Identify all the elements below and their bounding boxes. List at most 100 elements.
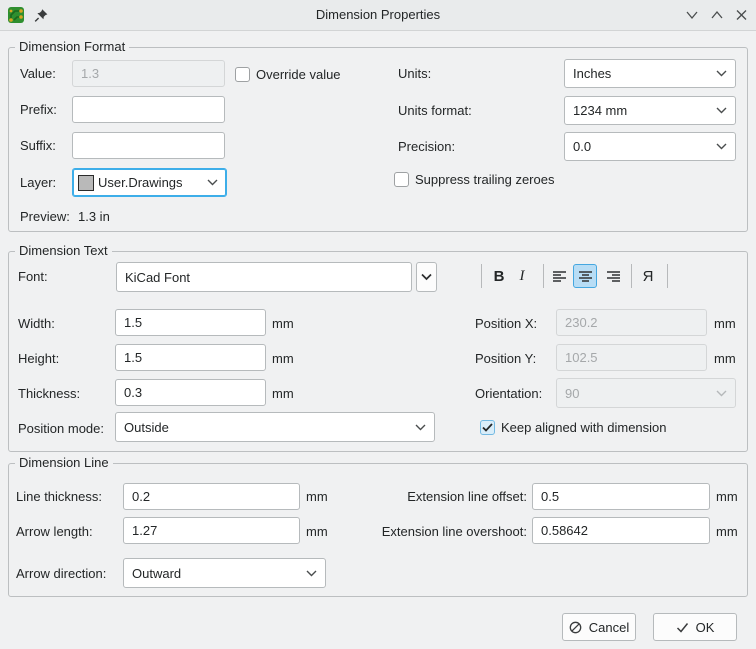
- align-left-button[interactable]: [547, 264, 571, 288]
- units-format-value: 1234 mm: [573, 103, 627, 118]
- align-left-icon: [552, 270, 567, 283]
- arrow-length-unit: mm: [306, 523, 328, 541]
- prefix-input[interactable]: [72, 96, 225, 123]
- layer-label: Layer:: [20, 174, 56, 192]
- width-unit: mm: [272, 315, 294, 333]
- keep-aligned-checkbox[interactable]: [480, 420, 495, 435]
- dimension-format-group-title: Dimension Format: [15, 39, 129, 54]
- dimension-line-group-title: Dimension Line: [15, 455, 113, 470]
- chevron-down-icon: [716, 70, 727, 77]
- shade-down-icon[interactable]: [685, 9, 699, 21]
- align-right-icon: [606, 270, 621, 283]
- thickness-unit: mm: [272, 385, 294, 403]
- layer-select[interactable]: User.Drawings: [72, 168, 227, 197]
- position-mode-value: Outside: [124, 420, 169, 435]
- layer-color-swatch: [78, 175, 94, 191]
- precision-value: 0.0: [573, 139, 591, 154]
- titlebar[interactable]: Dimension Properties: [0, 0, 756, 31]
- suppress-trailing-zeroes-label[interactable]: Suppress trailing zeroes: [415, 171, 554, 189]
- font-dropdown-button[interactable]: [416, 262, 437, 292]
- units-label: Units:: [398, 65, 431, 83]
- check-icon: [482, 423, 493, 432]
- override-value-checkbox[interactable]: [235, 67, 250, 82]
- position-mode-select[interactable]: Outside: [115, 412, 435, 442]
- font-label: Font:: [18, 268, 48, 286]
- shade-up-icon[interactable]: [710, 9, 724, 21]
- units-format-select[interactable]: 1234 mm: [564, 96, 736, 125]
- ok-button[interactable]: OK: [653, 613, 737, 641]
- orientation-select: 90: [556, 378, 736, 408]
- extension-line-offset-label: Extension line offset:: [407, 488, 527, 506]
- width-input[interactable]: [115, 309, 266, 336]
- preview-label: Preview:: [20, 208, 70, 226]
- ok-check-icon: [676, 622, 689, 633]
- arrow-direction-value: Outward: [132, 566, 181, 581]
- ok-label: OK: [696, 620, 715, 635]
- font-value: KiCad Font: [125, 270, 190, 285]
- preview-value: 1.3 in: [78, 208, 110, 226]
- arrow-direction-select[interactable]: Outward: [123, 558, 326, 588]
- cancel-button[interactable]: Cancel: [562, 613, 636, 641]
- chevron-down-icon: [716, 390, 727, 397]
- cancel-icon: [569, 621, 582, 634]
- extension-line-offset-unit: mm: [716, 488, 738, 506]
- arrow-length-input[interactable]: [123, 517, 300, 544]
- italic-button[interactable]: I: [511, 264, 533, 288]
- orientation-label: Orientation:: [475, 385, 542, 403]
- line-thickness-input[interactable]: [123, 483, 300, 510]
- line-thickness-label: Line thickness:: [16, 488, 102, 506]
- align-center-button[interactable]: [573, 264, 597, 288]
- bold-label: B: [494, 268, 505, 285]
- extension-line-overshoot-unit: mm: [716, 523, 738, 541]
- chevron-down-icon: [716, 143, 727, 150]
- toolbar-separator: [631, 264, 632, 288]
- position-x-unit: mm: [714, 315, 736, 333]
- chevron-down-icon: [421, 273, 432, 281]
- width-label: Width:: [18, 315, 55, 333]
- keep-aligned-label[interactable]: Keep aligned with dimension: [501, 419, 667, 437]
- value-label: Value:: [20, 65, 56, 83]
- precision-select[interactable]: 0.0: [564, 132, 736, 161]
- extension-line-offset-input[interactable]: [532, 483, 710, 510]
- position-y-unit: mm: [714, 350, 736, 368]
- suppress-trailing-zeroes-checkbox[interactable]: [394, 172, 409, 187]
- chevron-down-icon: [716, 107, 727, 114]
- line-thickness-unit: mm: [306, 488, 328, 506]
- suffix-input[interactable]: [72, 132, 225, 159]
- value-input: [72, 60, 225, 87]
- height-unit: mm: [272, 350, 294, 368]
- position-mode-label: Position mode:: [18, 420, 104, 438]
- prefix-label: Prefix:: [20, 101, 57, 119]
- arrow-direction-label: Arrow direction:: [16, 565, 106, 583]
- position-y-label: Position Y:: [475, 350, 536, 368]
- cancel-label: Cancel: [589, 620, 629, 635]
- override-value-label[interactable]: Override value: [256, 66, 341, 84]
- position-x-label: Position X:: [475, 315, 537, 333]
- chevron-down-icon: [207, 179, 218, 186]
- precision-label: Precision:: [398, 138, 455, 156]
- suffix-label: Suffix:: [20, 137, 56, 155]
- height-label: Height:: [18, 350, 59, 368]
- units-select[interactable]: Inches: [564, 59, 736, 88]
- align-right-button[interactable]: [601, 264, 625, 288]
- extension-line-overshoot-input[interactable]: [532, 517, 710, 544]
- toolbar-separator: [667, 264, 668, 288]
- mirror-text-button[interactable]: Я: [636, 264, 660, 288]
- window-title: Dimension Properties: [0, 0, 756, 30]
- chevron-down-icon: [306, 570, 317, 577]
- position-x-input: [556, 309, 707, 336]
- mirror-text-label: Я: [643, 268, 654, 285]
- close-icon[interactable]: [735, 9, 748, 21]
- arrow-length-label: Arrow length:: [16, 523, 93, 541]
- dimension-properties-dialog: Dimension Properties Dimension Format Va…: [0, 0, 756, 649]
- italic-label: I: [520, 268, 525, 285]
- chevron-down-icon: [415, 424, 426, 431]
- thickness-input[interactable]: [115, 379, 266, 406]
- layer-value: User.Drawings: [98, 175, 183, 190]
- height-input[interactable]: [115, 344, 266, 371]
- position-y-input: [556, 344, 707, 371]
- toolbar-separator: [481, 264, 482, 288]
- font-select[interactable]: KiCad Font: [116, 262, 412, 292]
- thickness-label: Thickness:: [18, 385, 80, 403]
- bold-button[interactable]: B: [487, 264, 511, 288]
